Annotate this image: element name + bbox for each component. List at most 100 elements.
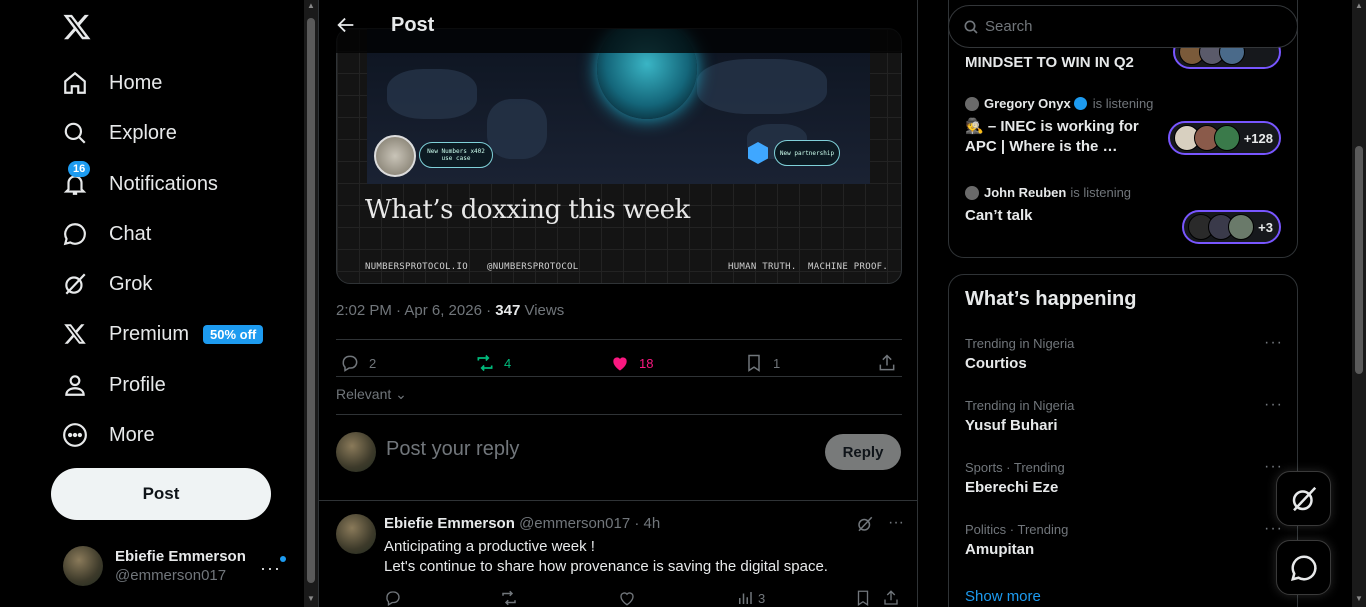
show-more-link[interactable]: Show more — [965, 588, 1041, 605]
account-switcher[interactable]: Ebiefie Emmerson @emmerson017 ··· — [63, 546, 291, 586]
like-action[interactable]: 18 — [610, 353, 653, 373]
search-bar[interactable] — [948, 5, 1298, 48]
more-icon[interactable]: ··· — [1264, 396, 1283, 414]
home-icon — [60, 68, 90, 98]
avatar[interactable] — [336, 514, 376, 554]
share-action[interactable] — [877, 353, 906, 373]
divider — [336, 414, 902, 415]
more-circle-icon — [60, 420, 90, 450]
use-case-pill: New Numbers x402 use case — [419, 142, 493, 168]
repost-action[interactable]: 4 — [475, 353, 511, 373]
reply-count: 2 — [369, 355, 377, 371]
left-sidebar: Home Explore 16 Notifications Chat Grok … — [0, 0, 304, 607]
reply-text-line: Let's continue to share how provenance i… — [384, 558, 828, 575]
unread-dot — [280, 556, 286, 562]
share-icon[interactable] — [882, 589, 900, 607]
reply-tweet[interactable]: Ebiefie Emmerson @emmerson017 · 4h ··· A… — [319, 500, 917, 607]
reply-sort-dropdown[interactable]: Relevant ⌄ — [336, 386, 407, 403]
nav-grok[interactable]: Grok — [60, 264, 152, 304]
x-logo-icon — [60, 319, 90, 349]
post-meta: 2:02 PM · Apr 6, 2026 · 347 Views — [336, 302, 564, 319]
nav-home[interactable]: Home — [60, 63, 162, 103]
bookmark-count: 1 — [773, 355, 781, 371]
chat-icon — [60, 219, 90, 249]
trend-name: Yusuf Buhari — [965, 417, 1058, 434]
nav-premium[interactable]: Premium 50% off — [60, 314, 264, 354]
space-item[interactable]: John Reuben is listening Can’t talk — [965, 185, 1155, 226]
space-host-line: John Reuben is listening — [965, 185, 1155, 200]
space-host-status: is listening — [1070, 185, 1132, 200]
scroll-up-icon[interactable]: ▲ — [1355, 1, 1363, 10]
more-icon[interactable]: ··· — [888, 515, 904, 538]
heart-icon — [613, 357, 627, 371]
trend-context: Trending in Nigeria — [965, 336, 1075, 351]
bookmark-icon[interactable] — [854, 589, 872, 607]
scrollbar-thumb[interactable] — [1355, 146, 1363, 374]
reply-button[interactable]: Reply — [825, 434, 901, 470]
account-handle: @emmerson017 — [115, 567, 227, 584]
trend-item[interactable]: Politics · Trending Amupitan ··· — [965, 520, 1283, 558]
grok-icon[interactable] — [856, 515, 874, 538]
grok-floating-button[interactable] — [1276, 471, 1331, 526]
nav-label: Profile — [109, 373, 166, 396]
premium-promo-badge: 50% off — [203, 324, 264, 344]
like-count: 18 — [639, 355, 654, 371]
search-input[interactable] — [985, 18, 1265, 35]
building-thumbnail — [374, 135, 416, 177]
views-action[interactable]: 3 — [736, 589, 765, 607]
post-detail-column: New Numbers x402 use case New partnershi… — [318, 0, 918, 607]
nav-more[interactable]: More — [60, 415, 155, 455]
x-logo-icon[interactable] — [62, 12, 92, 42]
verified-badge-icon — [1073, 97, 1087, 110]
post-image[interactable]: New Numbers x402 use case New partnershi… — [336, 28, 902, 284]
chevron-down-icon: ⌄ — [391, 386, 407, 402]
reply-icon — [342, 355, 358, 372]
post-button[interactable]: Post — [51, 468, 271, 520]
page-scrollbar[interactable]: ▲ ▼ — [1352, 0, 1366, 607]
reply-icon[interactable] — [384, 589, 402, 607]
repost-icon[interactable] — [500, 589, 518, 607]
avatar — [965, 185, 979, 200]
more-icon[interactable]: ··· — [260, 558, 281, 579]
reply-input[interactable]: Post your reply — [386, 438, 519, 461]
nav-label: Notifications — [109, 172, 218, 195]
nav-notifications[interactable]: 16 Notifications — [60, 161, 218, 204]
nav-label: Premium — [109, 322, 190, 345]
heart-icon[interactable] — [618, 589, 636, 607]
bell-icon: 16 — [60, 161, 91, 199]
back-arrow-icon[interactable] — [335, 14, 359, 38]
scrollbar-thumb[interactable] — [307, 18, 315, 583]
post-actions: 2 4 18 1 — [336, 350, 902, 376]
more-icon[interactable]: ··· — [1264, 334, 1283, 352]
main-scrollbar[interactable]: ▲ ▼ — [304, 0, 318, 607]
trend-context: Trending in Nigeria — [965, 398, 1075, 413]
section-title: What’s happening — [965, 288, 1137, 310]
reply-action[interactable]: 2 — [340, 353, 376, 373]
nav-label: Chat — [109, 222, 152, 245]
scroll-down-icon[interactable]: ▼ — [1355, 594, 1363, 603]
nav-explore[interactable]: Explore — [60, 113, 177, 153]
search-icon — [964, 20, 978, 34]
space-item[interactable]: MINDSET TO WIN IN Q2 — [965, 53, 1155, 73]
listener-count: +3 — [1258, 219, 1273, 235]
space-listeners[interactable]: +3 — [1182, 210, 1281, 244]
bookmark-action[interactable]: 1 — [744, 353, 780, 373]
reply-views-count: 3 — [758, 590, 766, 606]
reply-composer: Post your reply Reply — [336, 432, 902, 472]
scroll-down-icon[interactable]: ▼ — [307, 594, 315, 603]
post-timestamp[interactable]: 2:02 PM · Apr 6, 2026 · — [336, 302, 495, 319]
bookmark-icon — [748, 354, 760, 372]
scroll-up-icon[interactable]: ▲ — [307, 1, 315, 10]
trend-item[interactable]: Trending in Nigeria Courtios ··· — [965, 334, 1283, 372]
nav-chat[interactable]: Chat — [60, 214, 151, 254]
nav-profile[interactable]: Profile — [60, 365, 166, 405]
space-host-status: is listening — [1092, 96, 1154, 111]
trend-item[interactable]: Sports · Trending Eberechi Eze ··· — [965, 458, 1283, 496]
messages-floating-button[interactable] — [1276, 540, 1331, 595]
reply-author-name[interactable]: Ebiefie Emmerson — [384, 515, 515, 532]
space-listeners[interactable]: +128 — [1167, 121, 1281, 155]
trend-item[interactable]: Trending in Nigeria Yusuf Buhari ··· — [965, 396, 1283, 434]
whats-happening-panel: What’s happening Trending in Nigeria Cou… — [948, 274, 1298, 607]
space-host-name: John Reuben — [984, 185, 1067, 200]
space-item[interactable]: Gregory Onyx is listening 🕵️ – INEC is w… — [965, 96, 1165, 157]
